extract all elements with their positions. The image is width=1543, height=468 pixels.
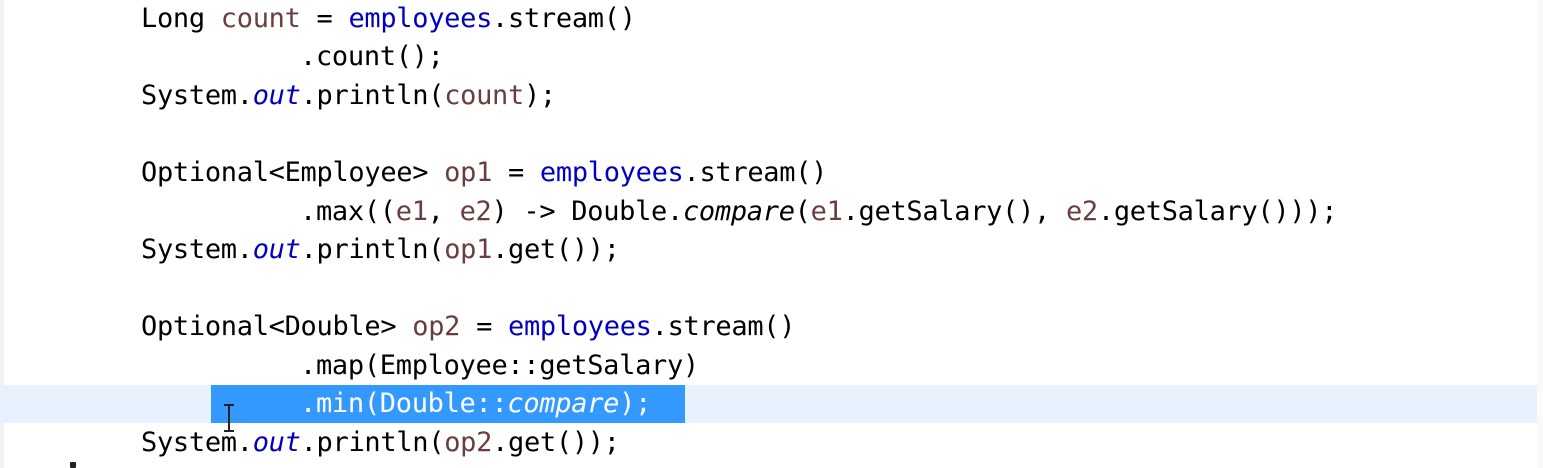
text-cursor-icon: [224, 404, 234, 432]
code-line[interactable]: .count();: [0, 38, 1537, 76]
code-text: Optional<Double> op2 = employees.stream(…: [141, 311, 796, 342]
code-text: System.out.println(op2.get());: [141, 427, 620, 458]
code-line[interactable]: Optional<Employee> op1 = employees.strea…: [0, 154, 1537, 192]
gutter-marker-icon: [70, 462, 76, 468]
code-line[interactable]: .map(Employee::getSalary): [0, 347, 1537, 385]
code-text: Optional<Employee> op1 = employees.strea…: [141, 157, 828, 188]
code-line[interactable]: System.out.println(count);: [0, 77, 1537, 115]
code-line[interactable]: Optional<Double> op2 = employees.stream(…: [0, 308, 1537, 346]
code-line[interactable]: Long count = employees.stream(): [0, 0, 1537, 38]
code-text: .map(Employee::getSalary): [300, 350, 699, 381]
overview-ruler: [1537, 0, 1543, 468]
code-editor[interactable]: Long count = employees.stream() .count()…: [0, 0, 1543, 468]
code-line[interactable]: System.out.println(op1.get());: [0, 231, 1537, 269]
code-text: .max((e1, e2) -> Double.compare(e1.getSa…: [300, 196, 1338, 227]
code-text: System.out.println(op1.get());: [141, 234, 620, 265]
code-text: .count();: [300, 41, 444, 72]
code-line[interactable]: .max((e1, e2) -> Double.compare(e1.getSa…: [0, 193, 1537, 231]
code-text: System.out.println(count);: [141, 80, 556, 111]
code-text: Long count = employees.stream(): [141, 3, 636, 34]
selected-code-text: .min(Double::compare);: [300, 388, 652, 419]
